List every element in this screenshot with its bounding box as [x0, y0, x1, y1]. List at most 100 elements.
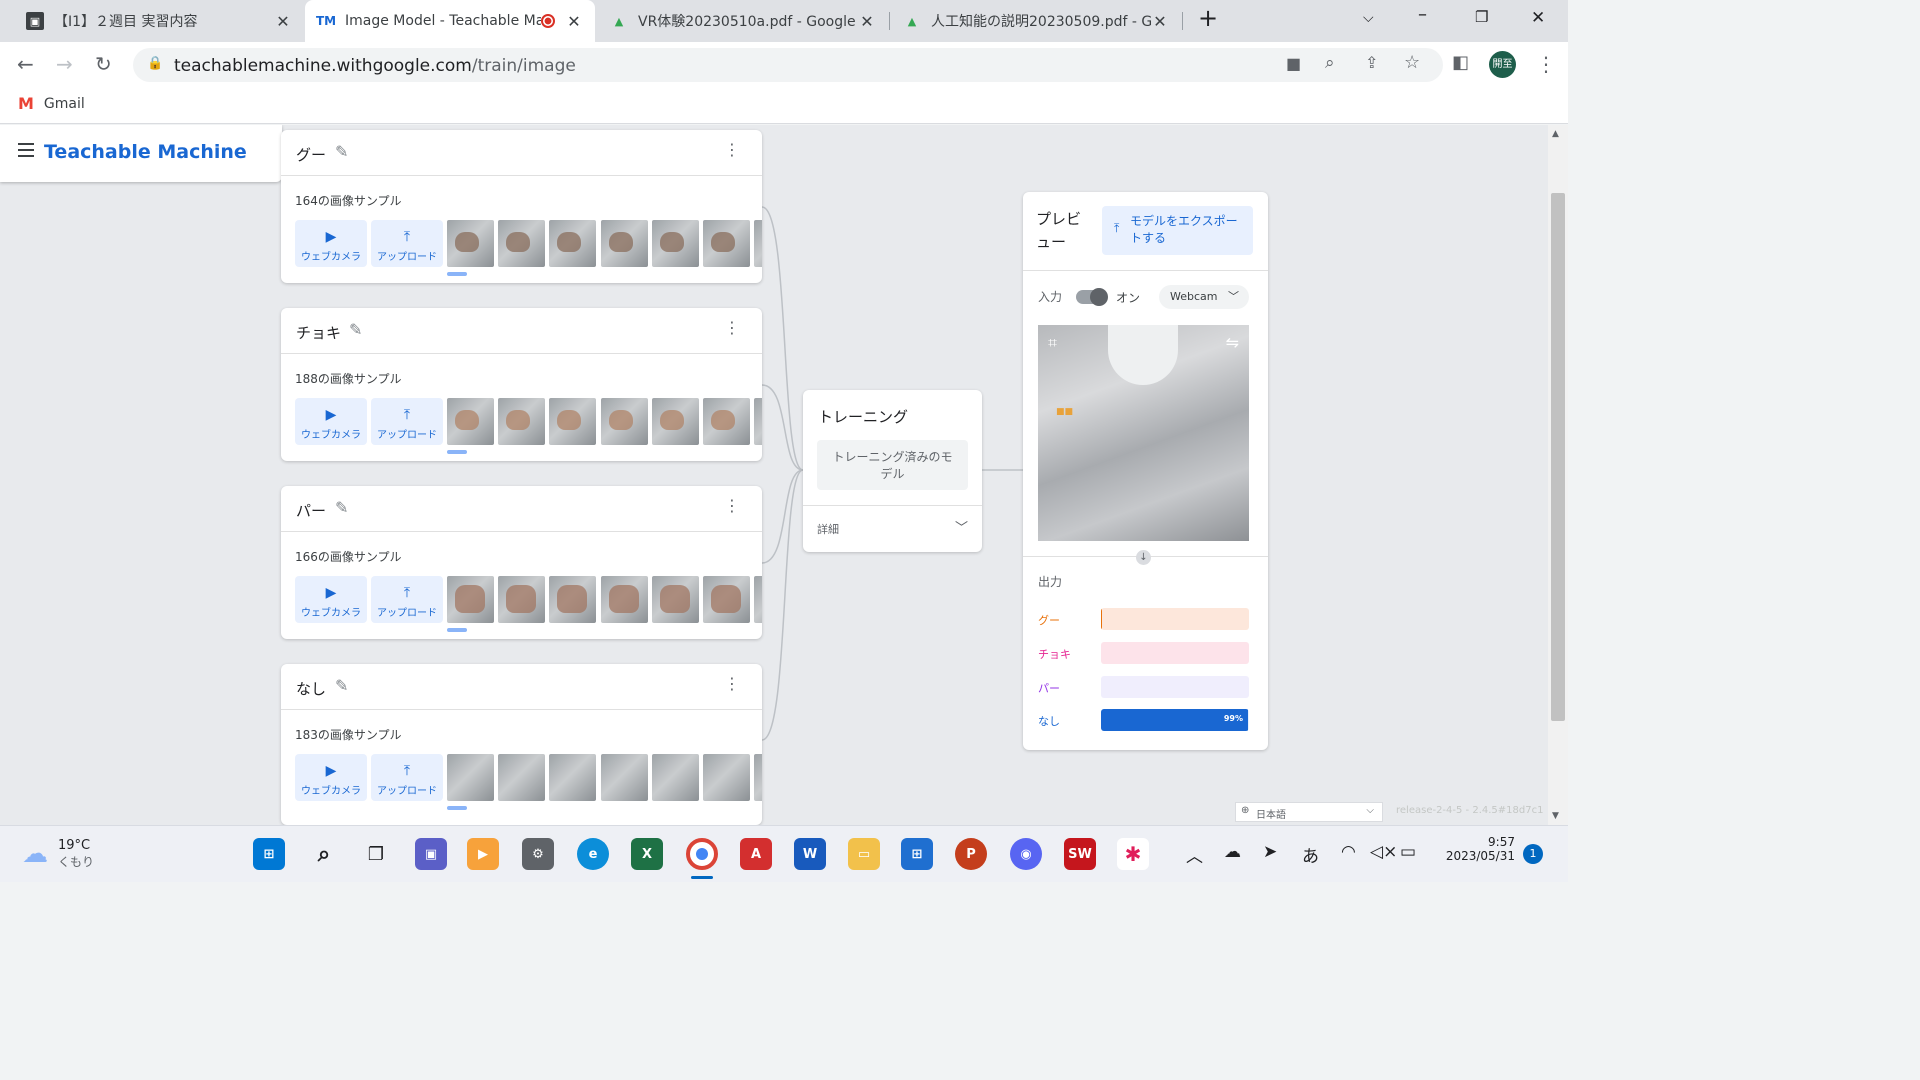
webcam-button[interactable]: ▶ ウェブカメラ: [295, 576, 367, 623]
media-player-icon[interactable]: ▶: [467, 838, 499, 870]
file-explorer-icon[interactable]: ▭: [848, 838, 880, 870]
class-options-icon[interactable]: ⋮: [724, 142, 740, 158]
edit-pencil-icon[interactable]: ✎: [335, 498, 348, 517]
clock[interactable]: 9:57 2023/05/31: [1440, 835, 1515, 863]
tab-teachable-machine[interactable]: TM Image Model - Teachable Ma ✕: [305, 0, 595, 42]
minimize-icon[interactable]: –: [1418, 4, 1427, 25]
sample-thumbnail[interactable]: [498, 220, 545, 267]
sample-thumbnail[interactable]: [601, 398, 648, 445]
close-window-icon[interactable]: ✕: [1531, 8, 1545, 28]
search-icon[interactable]: ⌕: [308, 838, 340, 870]
sample-thumbnail[interactable]: [601, 576, 648, 623]
samples-scrollbar[interactable]: [447, 272, 467, 276]
chevron-down-icon[interactable]: ﹀: [955, 517, 968, 536]
edit-pencil-icon[interactable]: ✎: [349, 320, 362, 339]
export-model-button[interactable]: ⤒ モデルをエクスポートする: [1102, 206, 1253, 255]
notification-badge[interactable]: 1: [1523, 844, 1543, 864]
samples-scrollbar[interactable]: [447, 806, 467, 810]
profile-avatar[interactable]: 開至: [1489, 51, 1516, 78]
tab-ai-pdf[interactable]: ▲ 人工知能の説明20230509.pdf - G ✕: [891, 0, 1181, 42]
samples-scrollbar[interactable]: [447, 628, 467, 632]
upload-button[interactable]: ⤒ アップロード: [371, 576, 443, 623]
sample-thumbnail[interactable]: [754, 398, 762, 445]
sample-thumbnail[interactable]: [754, 576, 762, 623]
tab-search-icon[interactable]: ⌵: [1363, 10, 1374, 26]
upload-button[interactable]: ⤒ アップロード: [371, 398, 443, 445]
sample-thumbnail[interactable]: [703, 576, 750, 623]
tab-vr-pdf[interactable]: ▲ VR体験20230510a.pdf - Google D ✕: [598, 0, 888, 42]
trained-model-button[interactable]: トレーニング済みのモデル: [817, 440, 968, 490]
sample-thumbnail[interactable]: [754, 754, 762, 801]
sample-thumbnail[interactable]: [498, 398, 545, 445]
back-icon[interactable]: ←: [17, 52, 34, 76]
scroll-up-icon[interactable]: ▲: [1552, 129, 1559, 139]
menu-kebab-icon[interactable]: ⋮: [1536, 52, 1556, 76]
acrobat-icon[interactable]: A: [740, 838, 772, 870]
sample-thumbnail[interactable]: [703, 754, 750, 801]
sample-thumbnail[interactable]: [652, 754, 699, 801]
sample-thumbnail[interactable]: [549, 754, 596, 801]
upload-button[interactable]: ⤒ アップロード: [371, 754, 443, 801]
class-options-icon[interactable]: ⋮: [724, 320, 740, 336]
excel-icon[interactable]: X: [631, 838, 663, 870]
page-scrollbar[interactable]: ▲ ▼: [1548, 125, 1568, 825]
sample-thumbnail[interactable]: [549, 220, 596, 267]
class-name[interactable]: なし: [296, 678, 326, 699]
language-select[interactable]: ⊕ 日本語 ⌵: [1235, 802, 1383, 822]
powerpoint-icon[interactable]: P: [955, 838, 987, 870]
zoom-icon[interactable]: ⌕: [1325, 53, 1335, 73]
webcam-button[interactable]: ▶ ウェブカメラ: [295, 754, 367, 801]
teams-chat-icon[interactable]: ▣: [415, 838, 447, 870]
advanced-details-label[interactable]: 詳細: [817, 521, 839, 537]
store-icon[interactable]: ⊞: [901, 838, 933, 870]
sample-thumbnail[interactable]: [601, 754, 648, 801]
ime-indicator[interactable]: あ: [1302, 842, 1319, 867]
tab-classroom[interactable]: ▣ 【I1】２週目 実習内容 ✕: [14, 0, 304, 42]
address-bar[interactable]: 🔒 teachablemachine.withgoogle.com/train/…: [133, 48, 1443, 82]
onedrive-icon[interactable]: ☁: [1224, 842, 1241, 862]
new-tab-button[interactable]: +: [1198, 4, 1218, 32]
bookmark-gmail[interactable]: M Gmail: [18, 94, 85, 113]
scrollbar-thumb[interactable]: [1551, 193, 1565, 721]
scroll-down-icon[interactable]: ▼: [1552, 811, 1559, 821]
task-view-icon[interactable]: ❐: [360, 838, 392, 870]
edit-pencil-icon[interactable]: ✎: [335, 142, 348, 161]
class-name[interactable]: グー: [296, 144, 326, 165]
lock-icon[interactable]: 🔒: [147, 56, 163, 71]
chevron-up-icon[interactable]: ︿: [1186, 842, 1203, 867]
flip-icon[interactable]: ⇋: [1226, 333, 1239, 352]
chrome-icon[interactable]: [686, 838, 718, 870]
url-text[interactable]: teachablemachine.withgoogle.com/train/im…: [174, 56, 576, 76]
word-icon[interactable]: W: [794, 838, 826, 870]
sample-thumbnail[interactable]: [601, 220, 648, 267]
sample-thumbnail[interactable]: [703, 398, 750, 445]
class-options-icon[interactable]: ⋮: [724, 676, 740, 692]
upload-button[interactable]: ⤒ アップロード: [371, 220, 443, 267]
sample-thumbnail[interactable]: [447, 576, 494, 623]
share-icon[interactable]: ⇪: [1365, 53, 1378, 72]
hamburger-menu-icon[interactable]: [18, 143, 34, 161]
sample-thumbnail[interactable]: [549, 398, 596, 445]
camera-in-use-icon[interactable]: ■: [1286, 54, 1301, 73]
volume-muted-icon[interactable]: ◁×: [1370, 842, 1397, 862]
sample-thumbnail[interactable]: [447, 754, 494, 801]
forward-icon[interactable]: →: [56, 52, 73, 76]
reload-icon[interactable]: ↻: [95, 52, 112, 76]
start-icon[interactable]: ⊞: [253, 838, 285, 870]
class-options-icon[interactable]: ⋮: [724, 498, 740, 514]
sample-thumbnail[interactable]: [549, 576, 596, 623]
sample-thumbnail[interactable]: [652, 398, 699, 445]
sample-thumbnail[interactable]: [652, 576, 699, 623]
sample-thumbnail[interactable]: [447, 398, 494, 445]
class-name[interactable]: チョキ: [296, 322, 341, 343]
input-source-select[interactable]: Webcam ﹀: [1159, 285, 1249, 309]
crop-icon[interactable]: ⌗: [1048, 333, 1057, 353]
solidworks-icon[interactable]: SW: [1064, 838, 1096, 870]
edge-icon[interactable]: e: [577, 838, 609, 870]
close-tab-icon[interactable]: ✕: [1151, 12, 1169, 31]
sample-thumbnail[interactable]: [498, 576, 545, 623]
discord-icon[interactable]: ◉: [1010, 838, 1042, 870]
webcam-button[interactable]: ▶ ウェブカメラ: [295, 398, 367, 445]
wifi-icon[interactable]: ◠: [1341, 842, 1356, 862]
bookmark-star-icon[interactable]: ☆: [1404, 52, 1420, 73]
